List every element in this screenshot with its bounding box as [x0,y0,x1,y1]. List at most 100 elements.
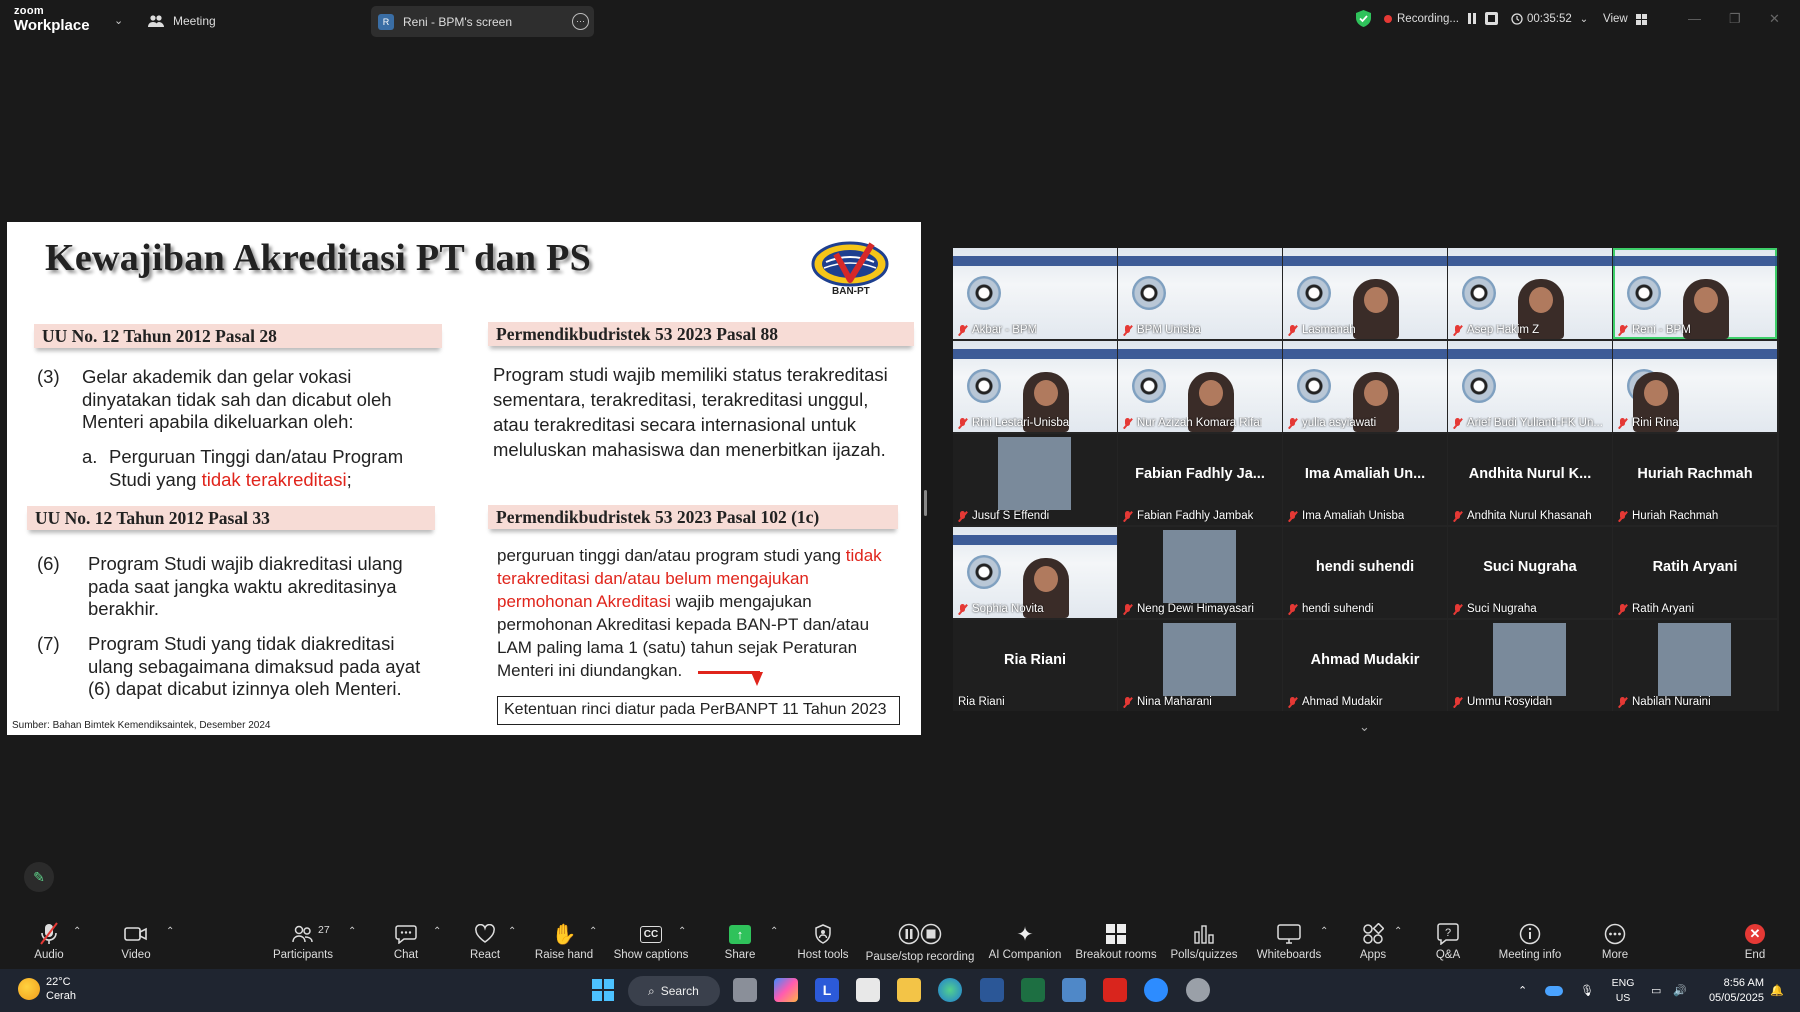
participant-tile[interactable]: hendi suhendi hendi suhendi [1283,527,1447,618]
more-options-icon[interactable]: ··· [572,13,589,30]
system-clock[interactable]: 8:56 AM 05/05/2025 [1702,976,1764,1006]
whiteboards-button[interactable]: Whiteboards [1255,912,1323,969]
participant-tile[interactable]: Ria Riani Ria Riani [953,620,1117,711]
edge-browser-icon[interactable] [938,978,962,1002]
polls-quizzes-button[interactable]: Polls/quizzes [1168,912,1240,969]
l-app-icon[interactable]: L [815,978,839,1002]
apps-options-caret-icon[interactable]: ⌃ [1394,926,1402,937]
taskbar-search[interactable]: ⌕ Search [628,976,720,1006]
stop-recording-icon[interactable] [1485,12,1498,25]
show-captions-button[interactable]: CC Show captions [611,912,691,969]
participants-options-caret-icon[interactable]: ⌃ [348,926,356,937]
raise-hand-options-caret-icon[interactable]: ⌃ [589,926,597,937]
meeting-info-button[interactable]: Meeting info [1497,912,1563,969]
participant-tile[interactable]: Nur Azizah Komara Rifai [1118,341,1282,432]
participants-icon [148,15,164,27]
zoom-app-icon[interactable] [1144,978,1168,1002]
participant-tile[interactable]: Sophia Novita [953,527,1117,618]
notepad-icon[interactable] [1062,978,1086,1002]
chevron-down-icon[interactable]: ⌄ [114,14,123,27]
participant-tile[interactable]: Akbar - BPM [953,248,1117,339]
participant-tile[interactable]: Lasmanah [1283,248,1447,339]
react-button[interactable]: React [466,912,504,969]
onedrive-icon[interactable] [1545,969,1563,1012]
participant-tile[interactable]: yulia asyiawati [1283,341,1447,432]
participant-tile[interactable]: Nabilah Nuraini [1613,620,1777,711]
show-hidden-icons-icon[interactable]: ⌃ [1518,969,1527,1012]
acrobat-icon[interactable] [1103,978,1127,1002]
chat-options-caret-icon[interactable]: ⌃ [433,926,441,937]
participant-tile[interactable]: Rini Rina [1613,341,1777,432]
chat-button[interactable]: Chat [390,912,422,969]
participant-tile[interactable]: Ima Amaliah Un... Ima Amaliah Unisba [1283,434,1447,525]
participant-tile[interactable]: Fabian Fadhly Ja... Fabian Fadhly Jambak [1118,434,1282,525]
participant-tile[interactable]: Rini Lestari-Unisba [953,341,1117,432]
weather-widget[interactable]: 22°C Cerah [18,975,76,1003]
gallery-scroll-down-icon[interactable]: ⌄ [1359,719,1370,735]
minimize-icon[interactable]: — [1688,11,1701,26]
video-button[interactable]: Video [115,912,157,969]
participant-name-label: Lasmanah [1288,324,1356,336]
captions-options-caret-icon[interactable]: ⌃ [678,926,686,937]
participant-tile[interactable]: Suci Nugraha Suci Nugraha [1448,527,1612,618]
meeting-timer[interactable]: 00:35:52 ⌄ [1511,9,1588,29]
recording-indicator[interactable]: Recording... [1384,9,1459,29]
network-icon[interactable]: ▭ [1651,969,1661,1012]
notifications-icon[interactable]: 🔔 [1770,969,1784,1012]
settings-icon[interactable] [1186,978,1210,1002]
participant-tile[interactable]: Ratih Aryani Ratih Aryani [1613,527,1777,618]
participant-tile[interactable]: Huriah Rachmah Huriah Rachmah [1613,434,1777,525]
participant-tile[interactable]: Jusuf S Effendi [953,434,1117,525]
file-explorer-icon[interactable] [897,978,921,1002]
mic-muted-icon [1453,510,1462,522]
volume-icon[interactable]: 🔊 [1673,969,1687,1012]
annotate-pen-icon[interactable]: ✎ [24,862,54,892]
shared-screen-tab[interactable]: R Reni - BPM's screen ··· [371,6,594,37]
encryption-shield-icon[interactable] [1356,10,1371,27]
whiteboards-options-caret-icon[interactable]: ⌃ [1320,926,1328,937]
host-tools-button[interactable]: Host tools [793,912,853,969]
microsoft-store-icon[interactable] [856,978,880,1002]
participant-tile[interactable]: Reni - BPM [1613,248,1777,339]
microphone-icon[interactable]: 🎙 [1580,969,1594,1012]
meeting-tab[interactable]: Meeting [148,11,216,31]
participant-tile[interactable]: Arief Budi Yulianti-FK Un... [1448,341,1612,432]
item-label: a. [82,446,98,467]
raise-hand-button[interactable]: ✋ Raise hand [534,912,594,969]
audio-button[interactable]: Audio [28,912,70,969]
breakout-rooms-button[interactable]: Breakout rooms [1075,912,1157,969]
pause-stop-recording-button[interactable]: Pause/stop recording [866,912,974,969]
share-button[interactable]: ↑ Share [719,912,761,969]
participant-name-label: Reni - BPM [1618,324,1691,336]
participant-tile[interactable]: Ahmad Mudakir Ahmad Mudakir [1283,620,1447,711]
resize-splitter[interactable] [924,490,927,516]
qa-button[interactable]: ? Q&A [1432,912,1464,969]
participant-tile[interactable]: Nina Maharani [1118,620,1282,711]
more-button[interactable]: More [1597,912,1633,969]
zoom-workplace-logo[interactable]: zoom Workplace [14,6,90,34]
participant-tile[interactable]: Asep Hakim Z [1448,248,1612,339]
participant-tile[interactable]: Neng Dewi Himayasari [1118,527,1282,618]
excel-icon[interactable] [1021,978,1045,1002]
apps-button[interactable]: Apps [1355,912,1391,969]
participants-button[interactable]: Participants [272,912,334,969]
react-options-caret-icon[interactable]: ⌃ [508,926,516,937]
task-view-icon[interactable] [733,978,757,1002]
participant-tile[interactable]: Andhita Nurul K... Andhita Nurul Khasanah [1448,434,1612,525]
pause-recording-icon[interactable] [1465,12,1478,25]
audio-options-caret-icon[interactable]: ⌃ [73,926,81,937]
participant-tile[interactable]: BPM Unisba [1118,248,1282,339]
end-meeting-button[interactable]: ✕ End [1740,912,1770,969]
ai-companion-button[interactable]: ✦ AI Companion [986,912,1064,969]
share-options-caret-icon[interactable]: ⌃ [770,926,778,937]
word-icon[interactable] [980,978,1004,1002]
windows-start-icon[interactable] [591,978,615,1002]
maximize-icon[interactable]: ❐ [1729,11,1741,27]
participant-tile[interactable]: Ummu Rosyidah [1448,620,1612,711]
video-options-caret-icon[interactable]: ⌃ [166,926,174,937]
copilot-icon[interactable] [774,978,798,1002]
participant-name-label: Nur Azizah Komara Rifai [1123,417,1262,429]
input-language[interactable]: ENG US [1609,976,1637,1006]
close-icon[interactable]: ✕ [1769,11,1780,27]
view-menu[interactable]: View [1603,9,1647,29]
